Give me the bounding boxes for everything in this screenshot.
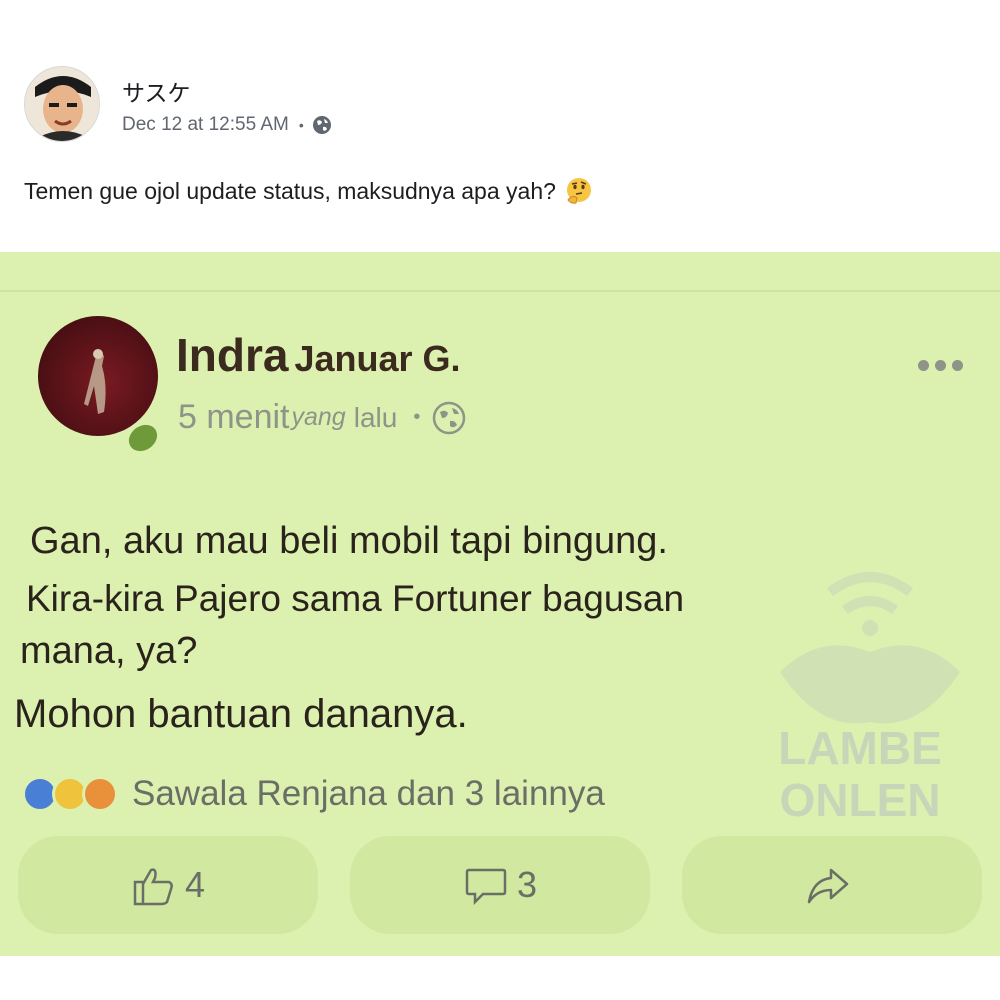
meta-separator: • bbox=[413, 406, 421, 428]
comment-button: 3 bbox=[350, 836, 650, 934]
post-body-line-2: Kira-kira Pajero sama Fortuner bagusan bbox=[26, 578, 685, 619]
caption-text: Temen gue ojol update status, maksudnya … bbox=[24, 177, 556, 204]
share-button bbox=[682, 836, 982, 934]
reactions-text: Sawala Renjana dan 3 lainnya bbox=[132, 774, 605, 813]
shared-author-avatar bbox=[38, 316, 158, 436]
divider bbox=[0, 290, 1000, 292]
meta-separator: • bbox=[298, 117, 304, 133]
like-button: 4 bbox=[18, 836, 318, 934]
shared-time-a: 5 menit bbox=[178, 398, 290, 436]
bottom-strip bbox=[0, 956, 1000, 1000]
shared-author-last-name: Januar G. bbox=[294, 338, 461, 379]
thinking-face-icon bbox=[566, 178, 591, 204]
post-meta: Dec 12 at 12:55 AM • bbox=[122, 114, 332, 136]
author-avatar[interactable] bbox=[24, 66, 100, 142]
globe-icon[interactable] bbox=[312, 115, 332, 135]
post-body-line-4: Mohon bantuan dananya. bbox=[14, 692, 468, 736]
watermark-text: LAMBE ONLEN bbox=[778, 722, 942, 826]
thumbs-up-icon bbox=[133, 868, 173, 906]
like-count: 4 bbox=[184, 864, 206, 905]
shared-screenshot[interactable]: Indra Januar G. 5 menit yang lalu • Gan, … bbox=[0, 252, 1000, 956]
share-icon bbox=[807, 868, 849, 904]
reactions-bar: Sawala Renjana dan 3 lainnya bbox=[22, 774, 605, 814]
more-icon bbox=[918, 360, 963, 371]
shared-time-c: lalu bbox=[353, 401, 398, 433]
shared-time-b: yang bbox=[291, 403, 346, 431]
globe-icon bbox=[433, 401, 466, 434]
post-body-line-3: mana, ya? bbox=[20, 630, 198, 672]
post-header: サスケ Dec 12 at 12:55 AM • bbox=[24, 66, 331, 142]
post-timestamp[interactable]: Dec 12 at 12:55 AM bbox=[122, 114, 289, 136]
post-body-line-1: Gan, aku mau beli mobil tapi bingung. bbox=[30, 520, 668, 562]
comment-count: 3 bbox=[516, 864, 538, 905]
shared-post-meta: 5 menit yang lalu • bbox=[178, 398, 466, 437]
angry-reaction-icon bbox=[82, 776, 118, 812]
shared-author-first-name: Indra bbox=[176, 329, 289, 381]
shared-author-name: Indra Januar G. bbox=[176, 328, 461, 382]
post-caption: Temen gue ojol update status, maksudnya … bbox=[24, 176, 594, 206]
comment-icon bbox=[465, 868, 507, 906]
author-name[interactable]: サスケ bbox=[122, 74, 191, 108]
